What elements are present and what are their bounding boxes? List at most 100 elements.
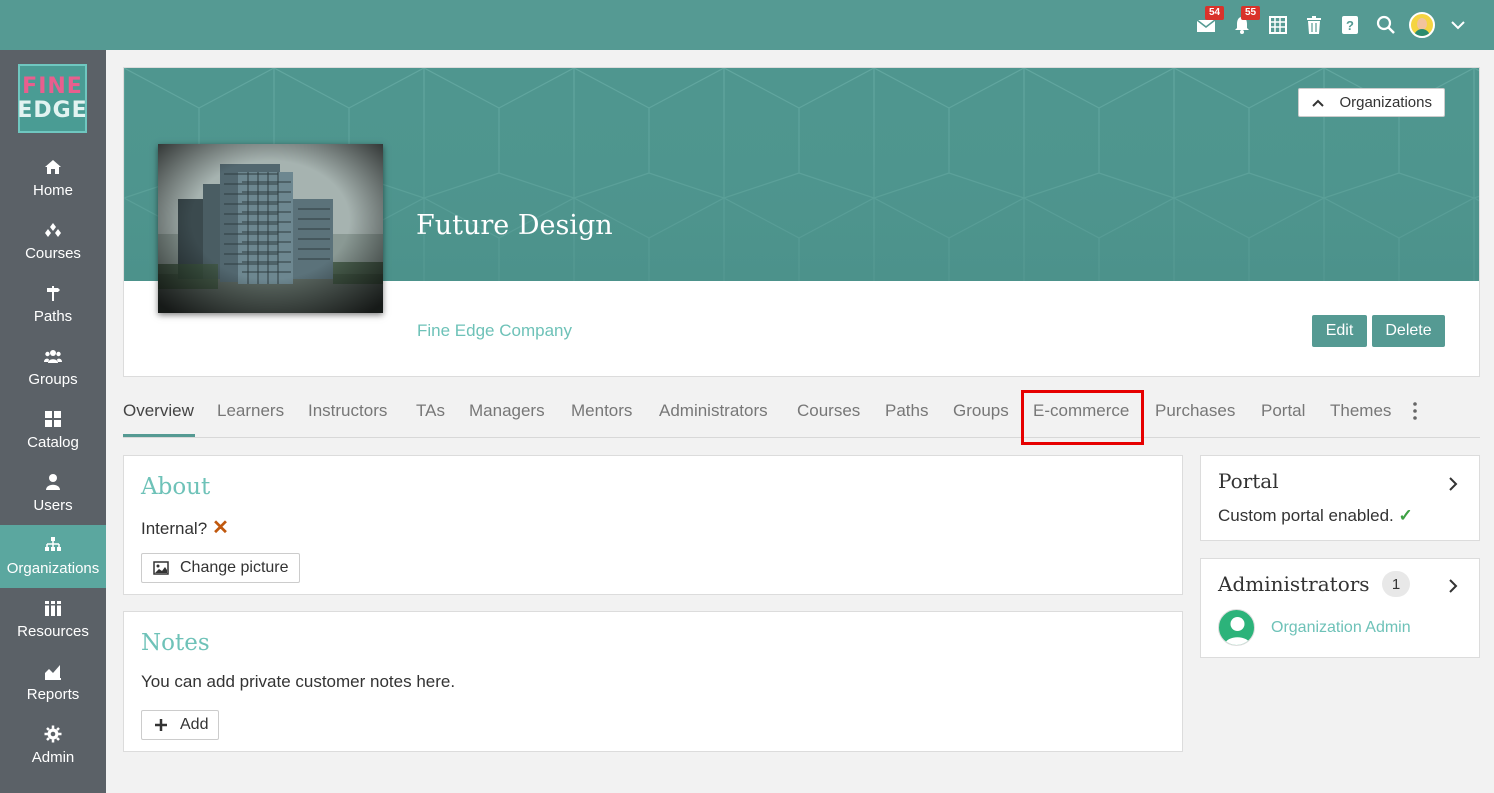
- svg-text:?: ?: [1346, 18, 1354, 33]
- chevron-right-icon[interactable]: [1447, 476, 1459, 492]
- tab-mentors[interactable]: Mentors: [571, 401, 632, 421]
- administrators-title: Administrators: [1218, 572, 1370, 596]
- tab-overview[interactable]: Overview: [123, 401, 194, 421]
- reports-icon: [45, 665, 61, 680]
- notes-card: Notes You can add private customer notes…: [123, 611, 1183, 752]
- notes-text: You can add private customer notes here.: [141, 672, 456, 691]
- sidebar-item-home[interactable]: Home: [0, 147, 106, 210]
- portal-card[interactable]: Portal Custom portal enabled. ✓: [1200, 455, 1480, 541]
- plus-icon: [155, 719, 167, 731]
- search-icon: [1376, 15, 1395, 34]
- sidebar: FINE EDGE Home Courses Paths Groups Cata…: [0, 50, 106, 793]
- home-icon: [45, 160, 61, 174]
- calendar-button[interactable]: [1260, 0, 1296, 50]
- tab-groups[interactable]: Groups: [953, 401, 1009, 421]
- tab-tas[interactable]: TAs: [416, 401, 445, 421]
- sidebar-item-admin[interactable]: Admin: [0, 714, 106, 777]
- page-title: Future Design: [416, 210, 613, 241]
- sidebar-item-paths[interactable]: Paths: [0, 273, 106, 336]
- sidebar-item-resources[interactable]: Resources: [0, 588, 106, 651]
- search-button[interactable]: [1368, 0, 1404, 50]
- sidebar-item-groups[interactable]: Groups: [0, 336, 106, 399]
- office-building-image: [158, 144, 383, 313]
- sidebar-item-organizations[interactable]: Organizations: [0, 525, 106, 588]
- fine-edge-logo[interactable]: FINE EDGE: [17, 64, 88, 133]
- cross-icon: ✕: [212, 517, 229, 539]
- portal-title: Portal: [1218, 469, 1279, 493]
- top-bar: 54 55 ?: [0, 0, 1494, 50]
- organizations-back-button[interactable]: Organizations: [1298, 88, 1445, 117]
- user-avatar-icon: [1224, 617, 1251, 645]
- trash-button[interactable]: [1296, 0, 1332, 50]
- edit-button[interactable]: Edit: [1312, 315, 1367, 347]
- tab-paths[interactable]: Paths: [885, 401, 928, 421]
- gear-icon: [44, 725, 62, 743]
- about-title: About: [141, 474, 211, 500]
- organization-header: Organizations Future Design Fine Edge Co…: [123, 67, 1480, 377]
- notifications-button[interactable]: 55: [1224, 0, 1261, 50]
- more-vertical-icon[interactable]: [1410, 401, 1420, 421]
- sidebar-item-reports[interactable]: Reports: [0, 651, 106, 714]
- organization-subtitle: Fine Edge Company: [417, 321, 572, 340]
- help-button[interactable]: ?: [1332, 0, 1368, 50]
- tab-administrators[interactable]: Administrators: [659, 401, 768, 421]
- chevron-down-icon: [1451, 21, 1465, 30]
- sidebar-nav: Home Courses Paths Groups Catalog Users …: [0, 147, 106, 777]
- tab-instructors[interactable]: Instructors: [308, 401, 387, 421]
- portal-status-label: Custom portal enabled.: [1218, 506, 1394, 525]
- sidebar-item-label: Courses: [25, 245, 81, 262]
- sidebar-item-label: Groups: [28, 371, 78, 388]
- resources-icon: [45, 601, 61, 616]
- sidebar-item-users[interactable]: Users: [0, 462, 106, 525]
- notes-title: Notes: [141, 630, 210, 656]
- add-note-label: Add: [180, 716, 209, 733]
- groups-icon: [44, 350, 62, 363]
- messages-badge: 54: [1205, 6, 1225, 20]
- users-icon: [46, 474, 60, 490]
- change-picture-button[interactable]: Change picture: [141, 553, 300, 583]
- avatar: [1409, 12, 1435, 38]
- paths-icon: [47, 286, 60, 301]
- tab-managers[interactable]: Managers: [469, 401, 545, 421]
- logo-line1: FINE: [22, 73, 83, 99]
- administrators-card[interactable]: Administrators 1 Organization Admin: [1200, 558, 1480, 658]
- tab-learners[interactable]: Learners: [217, 401, 284, 421]
- help-icon: ?: [1342, 16, 1358, 34]
- delete-button[interactable]: Delete: [1372, 315, 1445, 347]
- organization-picture: [158, 144, 383, 313]
- organizations-icon: [45, 537, 61, 551]
- messages-button[interactable]: 54: [1188, 0, 1225, 50]
- change-picture-label: Change picture: [180, 559, 289, 576]
- sidebar-item-courses[interactable]: Courses: [0, 210, 106, 273]
- internal-row: Internal? ✕: [141, 515, 229, 540]
- ecommerce-highlight-box: [1021, 390, 1144, 445]
- calendar-icon: [1269, 16, 1287, 34]
- tab-themes[interactable]: Themes: [1330, 401, 1391, 421]
- about-card: About Internal? ✕ Change picture: [123, 455, 1183, 595]
- tab-courses[interactable]: Courses: [797, 401, 860, 421]
- check-icon: ✓: [1398, 506, 1413, 525]
- sidebar-item-label: Catalog: [27, 434, 79, 451]
- admin-avatar: [1218, 609, 1255, 646]
- portal-status: Custom portal enabled. ✓: [1218, 506, 1413, 526]
- sidebar-item-label: Organizations: [6, 560, 100, 577]
- tab-portal[interactable]: Portal: [1261, 401, 1305, 421]
- courses-icon: [45, 223, 61, 237]
- notifications-badge: 55: [1241, 6, 1261, 20]
- chevron-right-icon[interactable]: [1447, 578, 1459, 594]
- logo-line2: EDGE: [17, 97, 88, 123]
- add-note-button[interactable]: Add: [141, 710, 220, 740]
- sidebar-item-catalog[interactable]: Catalog: [0, 399, 106, 462]
- user-menu-button[interactable]: [1404, 0, 1440, 50]
- sidebar-item-label: Resources: [17, 623, 89, 640]
- sidebar-item-label: Paths: [33, 308, 73, 325]
- tab-purchases[interactable]: Purchases: [1155, 401, 1235, 421]
- user-menu-dropdown[interactable]: [1440, 0, 1476, 50]
- administrators-count-badge: 1: [1382, 571, 1410, 597]
- sidebar-item-label: Reports: [26, 686, 80, 703]
- catalog-icon: [45, 411, 61, 427]
- chevron-up-icon: [1312, 99, 1325, 107]
- active-tab-indicator: [123, 434, 195, 437]
- admin-user-link[interactable]: Organization Admin: [1271, 619, 1411, 637]
- trash-icon: [1307, 16, 1321, 34]
